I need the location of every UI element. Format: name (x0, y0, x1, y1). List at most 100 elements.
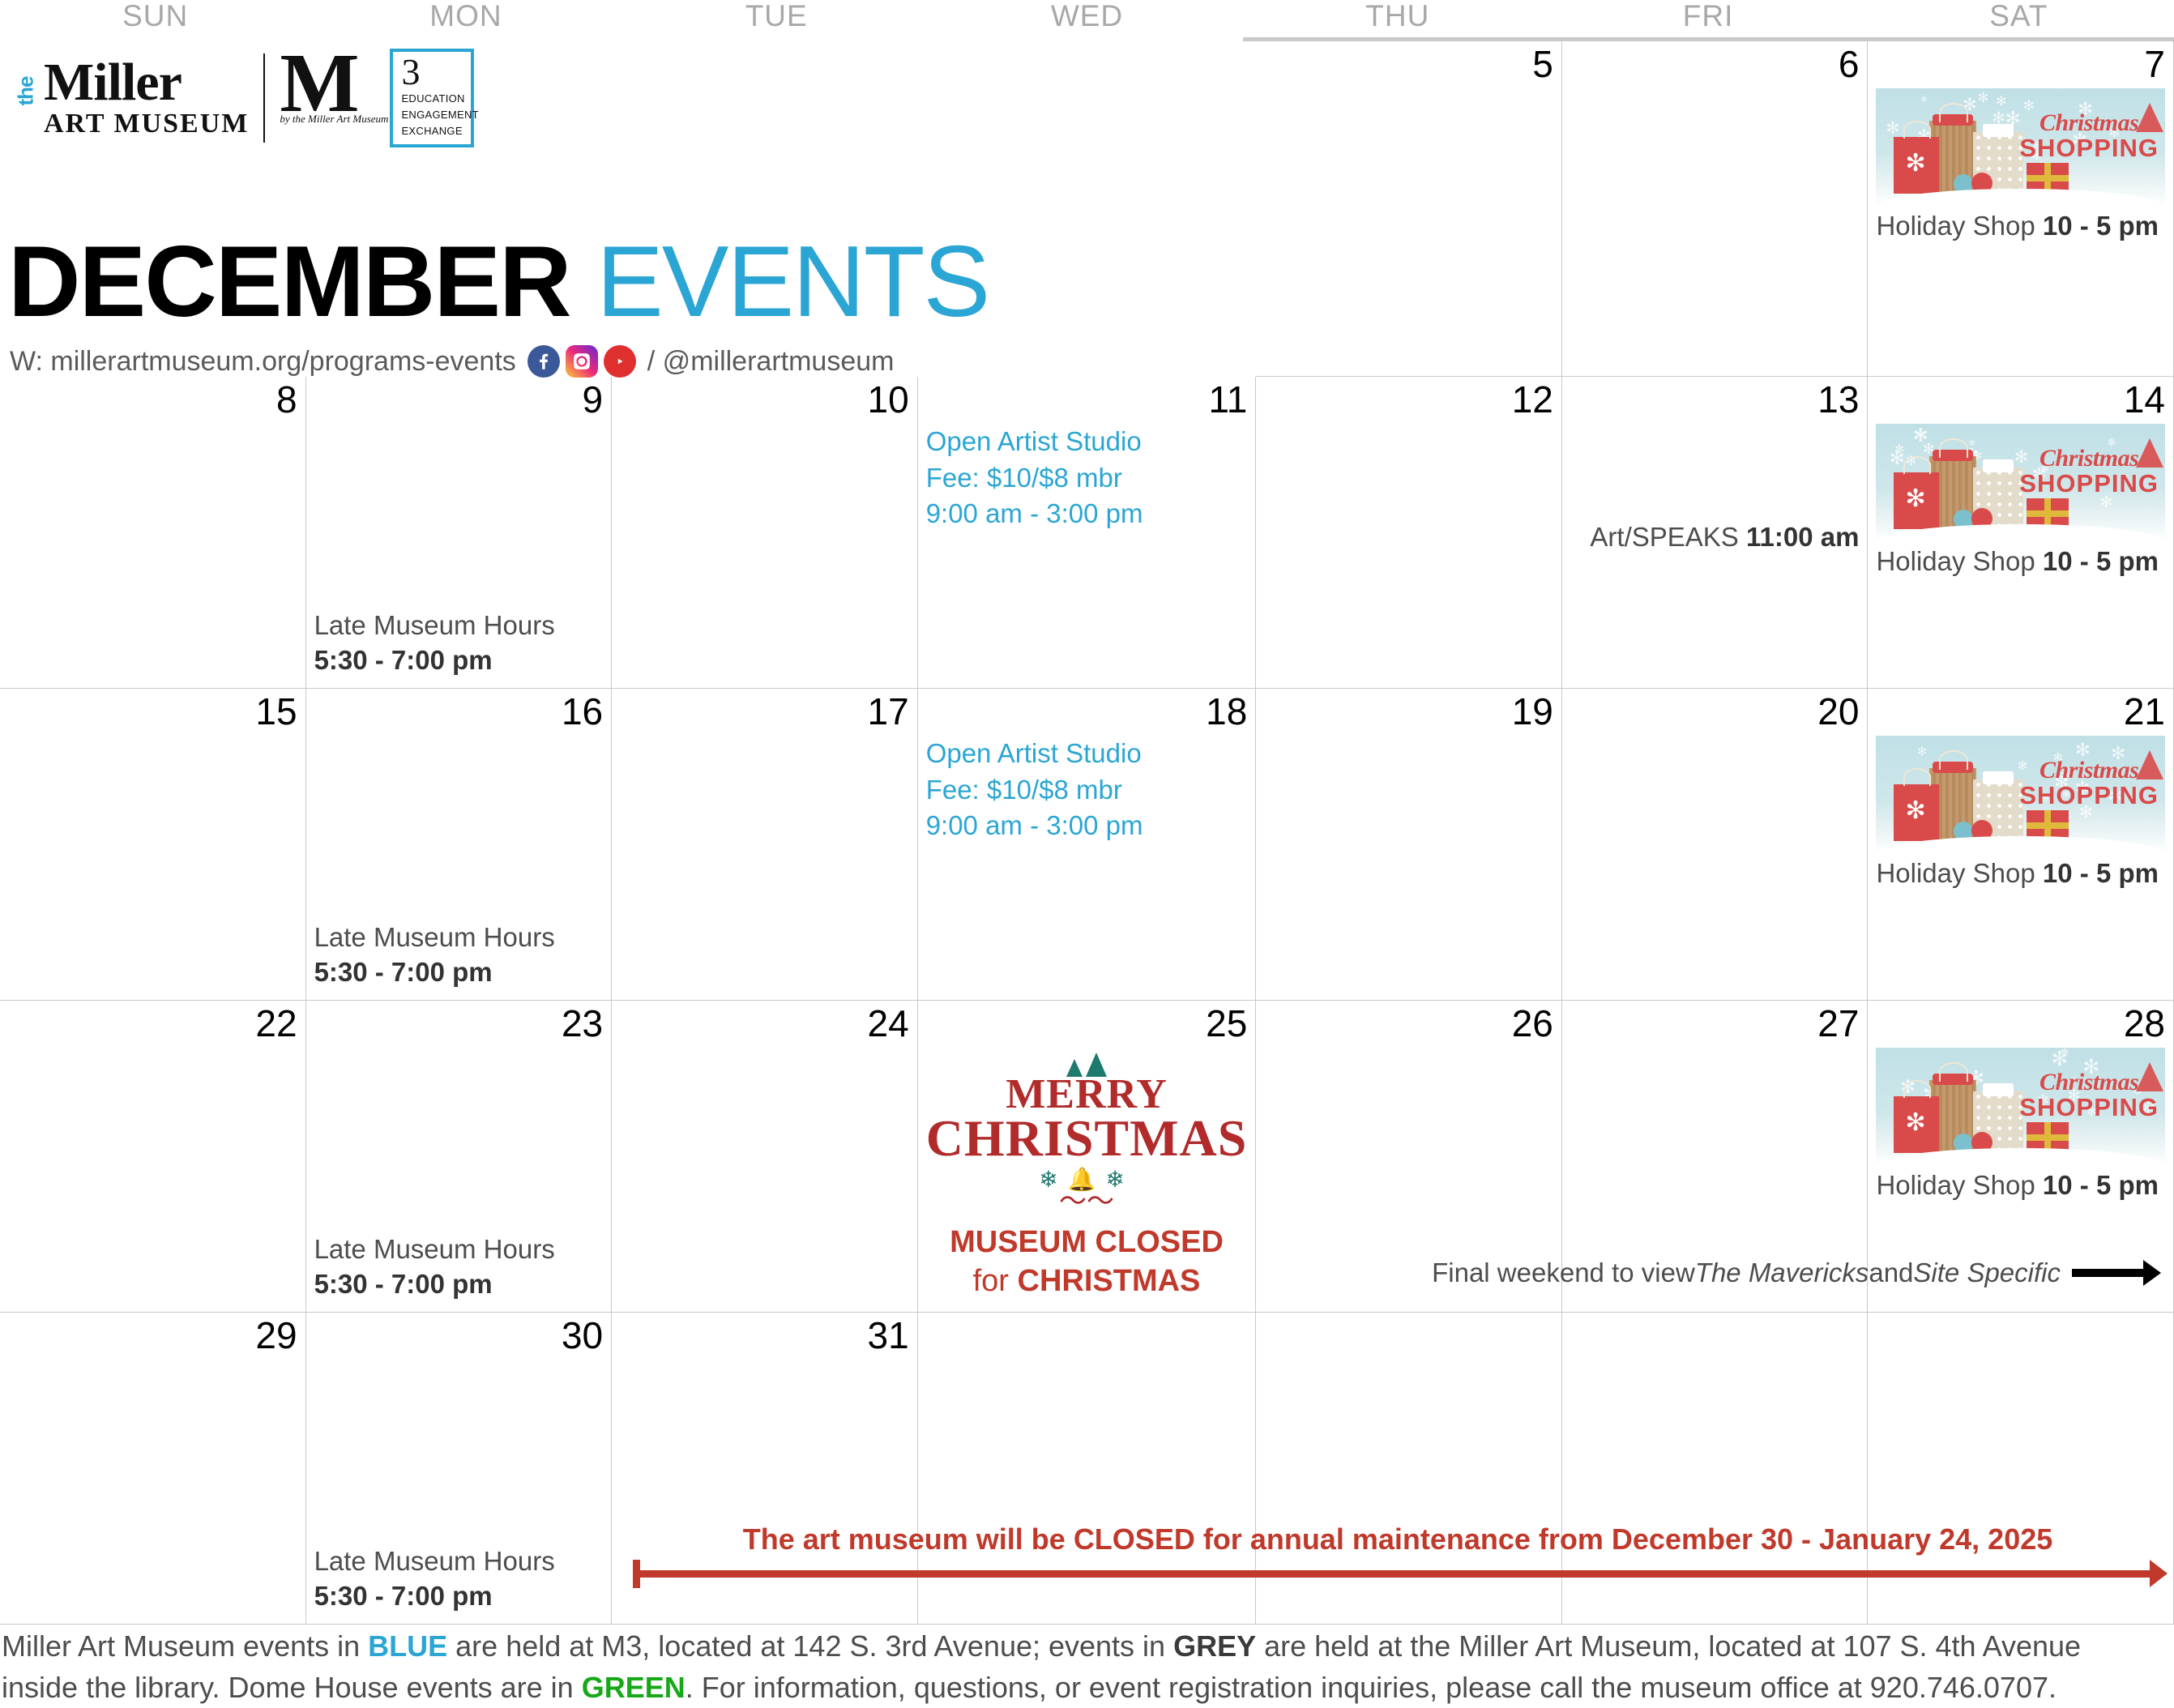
calendar-day-cell[interactable]: 26 (1256, 1001, 1562, 1313)
day-number: 30 (314, 1316, 604, 1355)
banner-christmas-word: Christmas (2019, 758, 2159, 783)
banner-text: Christmas SHOPPING (2019, 758, 2159, 809)
facebook-icon[interactable] (527, 345, 560, 378)
logo-engagement: ENGAGEMENT (401, 107, 463, 123)
event-late-museum-hours: Late Museum Hours 5:30 - 7:00 pm (314, 608, 604, 678)
holiday-shop-label: Holiday Shop 10 - 5 pm (1876, 856, 2165, 890)
calendar-day-cell[interactable]: 21✻✻✻✻✻✻✻✻✻✻✻✻✻✻✻✻ChristmasSHOPPINGHolid… (1868, 689, 2174, 1001)
merry-christmas-graphic: MERRY CHRISTMAS ❄🔔❄ 〜〜 (926, 1054, 1248, 1200)
banner-shopping-word: SHOPPING (2019, 471, 2159, 497)
banner-shopping-word: SHOPPING (2019, 135, 2159, 162)
calendar-day-cell[interactable] (1256, 1313, 1562, 1625)
snowflake-icon: ✻ (1890, 449, 1905, 468)
day-number: 29 (8, 1316, 297, 1355)
calendar-day-cell[interactable]: 8 (0, 377, 306, 689)
day-number: 15 (8, 692, 297, 731)
calendar-day-cell[interactable]: 12 (1256, 377, 1562, 689)
calendar-day-cell[interactable]: 29 (0, 1313, 306, 1625)
footer-green-keyword: GREEN (582, 1671, 686, 1704)
calendar-day-cell[interactable]: 18 Open Artist Studio Fee: $10/$8 mbr 9:00 … (918, 689, 1257, 1001)
day-number: 20 (1570, 692, 1860, 731)
calendar-day-cell[interactable]: 27 (1562, 1001, 1869, 1313)
calendar-day-cell[interactable]: 25 MERRY CHRISTMAS ❄🔔❄ 〜〜 MUSEUM CLOSED for CH… (918, 1001, 1257, 1313)
christmas-tree-icon (1066, 1059, 1083, 1077)
calendar-day-cell[interactable]: 6 (1562, 41, 1869, 377)
event-late-museum-hours: Late Museum Hours 5:30 - 7:00 pm (314, 1544, 604, 1614)
calendar-day-cell[interactable]: 15 (0, 689, 306, 1001)
calendar-day-cell[interactable]: 30 Late Museum Hours 5:30 - 7:00 pm (306, 1313, 613, 1625)
calendar-day-cell[interactable]: 16 Late Museum Hours 5:30 - 7:00 pm (306, 689, 613, 1001)
snowflake-icon: ✻ (1920, 96, 1927, 105)
day-number: 13 (1570, 380, 1860, 419)
calendar-day-cell[interactable]: 20 (1562, 689, 1869, 1001)
calendar-day-cell[interactable]: 14✻✻✻✻✻✻✻✻✻✻✻✻✻✻✻✻ChristmasSHOPPINGHolid… (1868, 377, 2174, 689)
museum-closed-notice: MUSEUM CLOSED for CHRISTMAS (926, 1223, 1248, 1300)
calendar-day-cell[interactable]: 13 Art/SPEAKS 11:00 am (1562, 377, 1869, 689)
logo-divider (263, 53, 265, 143)
closed-christmas-word: CHRISTMAS (1018, 1264, 1201, 1298)
dow-mon: MON (310, 0, 621, 36)
banner-text: Christmas SHOPPING (2019, 111, 2159, 162)
bag-handle-icon (1939, 750, 1968, 770)
snowflake-icon: ✻ (1978, 92, 1989, 105)
website-line: W: millerartmuseum.org/programs-events /… (10, 345, 894, 378)
banner-christmas-word: Christmas (2019, 111, 2159, 135)
youtube-icon[interactable] (604, 345, 636, 378)
calendar-day-cell[interactable]: 23 Late Museum Hours 5:30 - 7:00 pm (306, 1001, 613, 1313)
swirl-flourish-icon: 〜〜 (926, 1188, 1248, 1215)
late-hours-label: Late Museum Hours (314, 1232, 604, 1267)
holiday-shop-time: 10 - 5 pm (2043, 546, 2159, 576)
calendar-page: SUN MON TUE WED THU FRI SAT 5 6 7 ✻ ✻ ✻ ✻ ✻ ✻ ✻ ✻ ✻… (0, 0, 2174, 1708)
banner-christmas-word: Christmas (2019, 446, 2159, 471)
calendar-day-cell[interactable]: 9 Late Museum Hours 5:30 - 7:00 pm (306, 377, 613, 689)
event-art-speaks: Art/SPEAKS 11:00 am (1570, 520, 1860, 555)
calendar-day-cell[interactable]: 24 (612, 1001, 918, 1313)
footer-line-2: inside the library. Dome House events ar… (2, 1667, 2172, 1708)
calendar-day-cell[interactable] (918, 1313, 1257, 1625)
event-late-museum-hours: Late Museum Hours 5:30 - 7:00 pm (314, 920, 604, 990)
footer-line-1: Miller Art Museum events in BLUE are hel… (2, 1625, 2172, 1667)
closed-for-word: for (973, 1264, 1018, 1298)
calendar-day-cell[interactable]: 28✻✻✻✻✻✻✻✻✻✻✻✻✻✻✻✻ChristmasSHOPPINGHolid… (1868, 1001, 2174, 1313)
day-number: 16 (314, 692, 604, 731)
snowflake-icon: ✻ (1886, 121, 1899, 137)
footer-l2a: inside the library. Dome House events ar… (2, 1671, 582, 1704)
banner-text: Christmas SHOPPING (2019, 1070, 2159, 1121)
snowflake-icon: ✻ (1917, 746, 1927, 758)
christmas-word: CHRISTMAS (926, 1112, 1248, 1164)
instagram-icon[interactable] (566, 345, 598, 378)
logo-exchange: EXCHANGE (401, 123, 463, 139)
calendar-day-cell[interactable]: 17 (612, 689, 918, 1001)
footer-l2b: . For information, questions, or event r… (686, 1671, 2057, 1704)
bag-handle-icon (1939, 103, 1968, 122)
studio-time: 9:00 am - 3:00 pm (926, 808, 1248, 844)
dow-thu: THU (1242, 0, 1553, 36)
event-open-artist-studio: Open Artist Studio Fee: $10/$8 mbr 9:00 am… (926, 736, 1248, 844)
logo-m3-box: 3 EDUCATION ENGAGEMENT EXCHANGE (390, 49, 474, 147)
calendar-day-cell[interactable]: 22 (0, 1001, 306, 1313)
day-number: 9 (314, 380, 604, 419)
day-of-week-header: SUN MON TUE WED THU FRI SAT (0, 0, 2174, 36)
day-number: 10 (620, 380, 909, 419)
calendar-day-cell[interactable]: 10 (612, 377, 918, 689)
calendar-day-cell[interactable] (1868, 1313, 2174, 1625)
calendar-day-cell[interactable]: 31 (612, 1313, 918, 1625)
day-number: 8 (8, 380, 297, 419)
calendar-day-cell[interactable]: 11 Open Artist Studio Fee: $10/$8 mbr 9:00 … (918, 377, 1257, 689)
calendar-day-cell[interactable]: 19 (1256, 689, 1562, 1001)
masthead: the Miller ART MUSEUM M by the Miller Ar… (0, 37, 1243, 373)
footer-blue-keyword: BLUE (368, 1629, 447, 1663)
studio-fee: Fee: $10/$8 mbr (926, 772, 1248, 809)
closed-line-2: for CHRISTMAS (926, 1262, 1248, 1301)
day-number: 6 (1570, 45, 1860, 83)
calendar-day-cell[interactable] (1562, 1313, 1869, 1625)
holiday-shop-text: Holiday Shop (1876, 546, 2042, 576)
gift-bag-red-icon (1894, 137, 1939, 194)
calendar-day-cell[interactable]: 5 (1256, 41, 1562, 377)
holiday-shop-label: Holiday Shop 10 - 5 pm (1876, 209, 2165, 242)
late-hours-label: Late Museum Hours (314, 1544, 604, 1579)
calendar-day-cell[interactable]: 7✻✻✻✻✻✻✻✻✻✻✻✻✻✻✻✻ChristmasSHOPPINGHolida… (1868, 41, 2174, 377)
late-hours-label: Late Museum Hours (314, 920, 604, 955)
gift-bag-red-icon (1894, 784, 1939, 841)
christmas-shopping-banner-image: ✻✻✻✻✻✻✻✻✻✻✻✻✻✻✻✻ChristmasSHOPPING (1876, 1048, 2165, 1166)
